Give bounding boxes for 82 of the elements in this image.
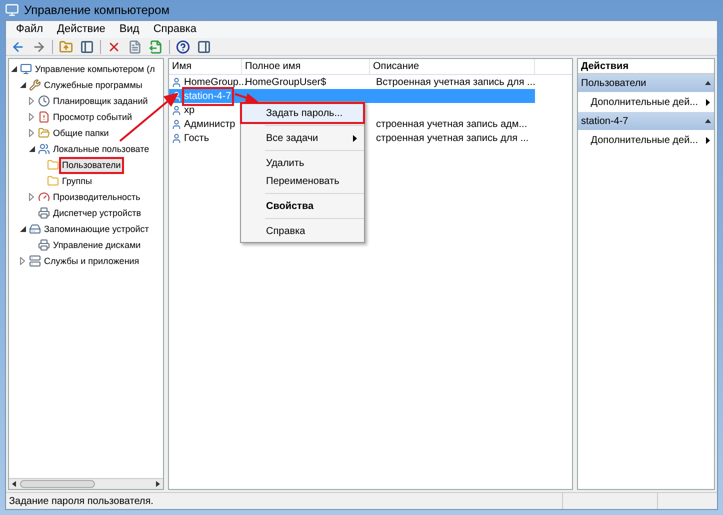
- collapse-icon[interactable]: [705, 118, 711, 124]
- expand-icon[interactable]: [29, 113, 34, 121]
- expand-icon[interactable]: [29, 97, 34, 105]
- printer-icon: [38, 239, 50, 251]
- app-icon: [5, 3, 19, 17]
- description: Встроенная учетная запись для ...: [376, 76, 536, 88]
- user-icon: [171, 76, 182, 88]
- server-icon: [29, 255, 41, 267]
- warning-document-icon: [38, 111, 50, 123]
- tree-item[interactable]: Просмотр событий: [52, 110, 134, 124]
- printer-icon: [38, 207, 50, 219]
- tree-item[interactable]: Запоминающие устройст: [43, 222, 150, 236]
- collapse-icon[interactable]: [10, 66, 16, 72]
- column-header[interactable]: Имя: [169, 59, 242, 74]
- users-icon: [38, 143, 50, 155]
- help-icon[interactable]: [175, 38, 191, 54]
- tree-item[interactable]: Управление компьютером (л: [34, 62, 156, 76]
- menu-item[interactable]: Справка: [147, 21, 202, 38]
- expand-icon[interactable]: [29, 193, 34, 201]
- computer-icon: [20, 63, 32, 75]
- tree-item[interactable]: Локальные пользовате: [52, 142, 150, 156]
- context-menu-item[interactable]: Справка: [242, 222, 363, 240]
- clock-icon: [38, 95, 50, 107]
- menu-item[interactable]: Файл: [10, 21, 50, 38]
- context-menu-item[interactable]: Удалить: [242, 154, 363, 172]
- folder-up-icon[interactable]: [58, 38, 74, 54]
- submenu-arrow-icon: [706, 136, 710, 144]
- tree-item[interactable]: Группы: [61, 174, 93, 188]
- tree-item[interactable]: Управление дисками: [52, 238, 142, 252]
- scroll-left-icon[interactable]: [11, 481, 17, 487]
- user-icon: [171, 118, 182, 130]
- column-header[interactable]: Описание: [370, 59, 535, 74]
- full-name: HomeGroupUser$: [245, 76, 326, 88]
- action-pane-icon[interactable]: [196, 38, 212, 54]
- properties-icon[interactable]: [127, 38, 143, 54]
- expand-icon[interactable]: [20, 257, 25, 265]
- menu-item[interactable]: Действие: [51, 21, 112, 38]
- action-link[interactable]: Дополнительные дей...: [590, 94, 698, 110]
- menu-item[interactable]: Вид: [113, 21, 146, 38]
- user-name[interactable]: xp: [184, 102, 195, 118]
- submenu-arrow-icon: [353, 134, 357, 142]
- submenu-arrow-icon: [706, 98, 710, 106]
- user-icon: [171, 104, 182, 116]
- context-menu-item[interactable]: Переименовать: [242, 172, 363, 190]
- user-name[interactable]: Гость: [184, 130, 210, 146]
- column-header[interactable]: Полное имя: [242, 59, 370, 74]
- collapse-icon[interactable]: [28, 146, 34, 152]
- description: строенная учетная запись адм...: [376, 118, 528, 130]
- drive-icon: [29, 223, 41, 235]
- collapse-icon[interactable]: [20, 226, 26, 232]
- expand-icon[interactable]: [29, 129, 34, 137]
- user-name[interactable]: HomeGroup...: [184, 74, 247, 90]
- folder-icon: [47, 159, 59, 171]
- horizontal-scrollbar[interactable]: [9, 478, 163, 489]
- user-name[interactable]: Администр: [184, 116, 236, 132]
- context-menu-item[interactable]: Все задачи: [242, 129, 363, 147]
- folder-icon: [38, 127, 50, 139]
- section-header[interactable]: Пользователи: [578, 74, 714, 92]
- tree-item[interactable]: Планировщик заданий: [52, 94, 149, 108]
- window-title: Управление компьютером: [24, 2, 170, 19]
- collapse-icon[interactable]: [705, 80, 711, 86]
- tree-item[interactable]: Пользователи: [61, 158, 122, 172]
- gauge-icon: [38, 191, 50, 203]
- tree-item[interactable]: Службы и приложения: [43, 254, 140, 268]
- tree-pane-icon[interactable]: [79, 38, 95, 54]
- description: строенная учетная запись для ...: [376, 132, 529, 144]
- tree-item[interactable]: Производительность: [52, 190, 142, 204]
- user-icon: [171, 132, 182, 144]
- tree-item[interactable]: Диспетчер устройств: [52, 206, 142, 220]
- action-link[interactable]: Дополнительные дей...: [590, 132, 698, 148]
- tree-item[interactable]: Общие папки: [52, 126, 110, 140]
- context-menu-item[interactable]: Задать пароль...: [242, 104, 363, 122]
- wrench-icon: [29, 79, 41, 91]
- section-header[interactable]: station-4-7: [578, 112, 714, 130]
- arrow: [234, 92, 258, 104]
- status-text: Задание пароля пользователя.: [8, 494, 154, 508]
- scroll-right-icon[interactable]: [155, 481, 161, 487]
- collapse-icon[interactable]: [20, 82, 26, 88]
- context-menu-item[interactable]: Свойства: [242, 197, 363, 215]
- folder-icon: [47, 175, 59, 187]
- export-icon[interactable]: [148, 38, 164, 54]
- tree-item[interactable]: Служебные программы: [43, 78, 144, 92]
